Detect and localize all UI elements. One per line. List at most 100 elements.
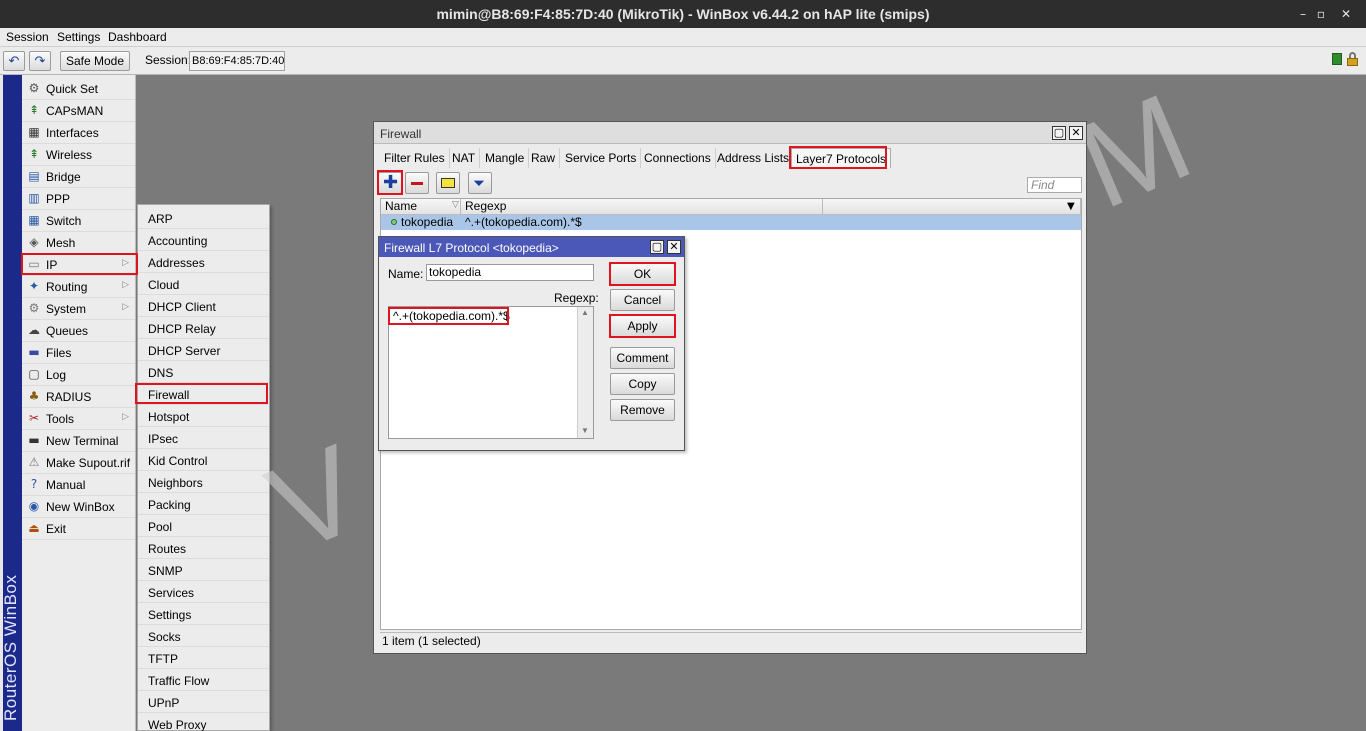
menu-settings[interactable]: Settings (57, 30, 100, 44)
remove-button[interactable] (405, 172, 429, 194)
dialog-close-button[interactable]: ✕ (667, 240, 681, 254)
submenu-arrow-icon: ▷ (122, 280, 129, 290)
submenu-item-neighbors[interactable]: Neighbors (138, 471, 269, 493)
column-menu-icon[interactable]: ▼ (1067, 201, 1075, 212)
submenu-item-addresses[interactable]: Addresses (138, 251, 269, 273)
submenu-item-label: IPsec (148, 432, 179, 446)
find-input[interactable]: Find (1027, 177, 1082, 193)
submenu-item-socks[interactable]: Socks (138, 625, 269, 647)
close-button[interactable]: ✕ (1337, 5, 1355, 23)
sidebar-item-queues[interactable]: ☁ Queues (22, 320, 135, 342)
table-row[interactable]: tokopedia ^.+(tokopedia.com).*$ (381, 215, 1081, 230)
firewall-maximize-button[interactable]: ▢ (1052, 126, 1066, 140)
exit-icon: ⏏ (28, 521, 40, 535)
submenu-item-tftp[interactable]: TFTP (138, 647, 269, 669)
submenu-item-hotspot[interactable]: Hotspot (138, 405, 269, 427)
ip-highlight (21, 253, 138, 275)
submenu-item-routes[interactable]: Routes (138, 537, 269, 559)
comment-button[interactable] (436, 172, 460, 194)
copy-button[interactable]: Copy (610, 373, 675, 395)
sidebar-item-tools[interactable]: ✂ Tools ▷ (22, 408, 135, 430)
submenu-item-services[interactable]: Services (138, 581, 269, 603)
name-field[interactable]: tokopedia (426, 264, 594, 281)
submenu-item-dns[interactable]: DNS (138, 361, 269, 383)
sidebar-item-bridge[interactable]: ▤ Bridge (22, 166, 135, 188)
submenu-item-cloud[interactable]: Cloud (138, 273, 269, 295)
sidebar-item-new-winbox[interactable]: ◉ New WinBox (22, 496, 135, 518)
submenu-item-kid-control[interactable]: Kid Control (138, 449, 269, 471)
submenu-item-traffic-flow[interactable]: Traffic Flow (138, 669, 269, 691)
sidebar-item-manual[interactable]: ? Manual (22, 474, 135, 496)
filter-button[interactable]: ⏷ (468, 172, 492, 194)
sidebar-item-quick-set[interactable]: ⚙ Quick Set (22, 78, 135, 100)
submenu-item-label: DHCP Server (148, 344, 221, 358)
maximize-button[interactable]: ▫ (1312, 5, 1330, 23)
sidebar-item-switch[interactable]: ▦ Switch (22, 210, 135, 232)
undo-button[interactable]: ↶ (3, 51, 25, 71)
tab-service-ports[interactable]: Service Ports (561, 148, 642, 168)
firewall-close-button[interactable]: ✕ (1069, 126, 1083, 140)
tab-connections[interactable]: Connections (640, 148, 716, 168)
submenu-item-dhcp-client[interactable]: DHCP Client (138, 295, 269, 317)
sidebar-item-label: Wireless (46, 148, 93, 162)
submenu-item-label: Packing (148, 498, 191, 512)
submenu-item-packing[interactable]: Packing (138, 493, 269, 515)
submenu-item-label: Cloud (148, 278, 180, 292)
sidebar-item-new-terminal[interactable]: ▬ New Terminal (22, 430, 135, 452)
cancel-button[interactable]: Cancel (610, 289, 675, 311)
tab-raw[interactable]: Raw (527, 148, 561, 168)
sidebar-item-log[interactable]: ▢ Log (22, 364, 135, 386)
scroll-down-icon[interactable]: ▼ (581, 426, 589, 435)
tab-mangle[interactable]: Mangle (481, 148, 530, 168)
submenu-item-settings[interactable]: Settings (138, 603, 269, 625)
sidebar-item-files[interactable]: ▬ Files (22, 342, 135, 364)
tab-address-lists[interactable]: Address Lists (713, 148, 795, 168)
sidebar-item-system[interactable]: ⚙ System ▷ (22, 298, 135, 320)
submenu-item-upnp[interactable]: UPnP (138, 691, 269, 713)
submenu-item-pool[interactable]: Pool (138, 515, 269, 537)
submenu-item-accounting[interactable]: Accounting (138, 229, 269, 251)
window-title-bar: mimin@B8:69:F4:85:7D:40 (MikroTik) - Win… (0, 0, 1366, 28)
comment-dialog-button[interactable]: Comment (610, 347, 675, 369)
filter-icon: ⏷ (473, 174, 486, 192)
active-tab-highlight (789, 146, 887, 169)
submenu-item-snmp[interactable]: SNMP (138, 559, 269, 581)
close-icon: ✕ (669, 240, 679, 253)
submenu-item-ipsec[interactable]: IPsec (138, 427, 269, 449)
close-icon: ✕ (1071, 126, 1081, 139)
tab-filter-rules[interactable]: Filter Rules (380, 148, 450, 168)
submenu-item-label: Accounting (148, 234, 208, 248)
submenu-item-label: Web Proxy (148, 718, 207, 731)
dialog-maximize-button[interactable]: ▢ (650, 240, 664, 254)
sidebar-item-interfaces[interactable]: ▦ Interfaces (22, 122, 135, 144)
sidebar-item-exit[interactable]: ⏏ Exit (22, 518, 135, 540)
sort-icon: ▽ (452, 200, 459, 210)
submenu-item-arp[interactable]: ARP (138, 207, 269, 229)
sidebar-item-wireless[interactable]: ⇞ Wireless (22, 144, 135, 166)
submenu-item-web-proxy[interactable]: Web Proxy (138, 713, 269, 731)
regexp-scrollbar[interactable]: ▲ ▼ (577, 307, 593, 438)
menu-dashboard[interactable]: Dashboard (108, 30, 167, 44)
remove-dialog-button[interactable]: Remove (610, 399, 675, 421)
regexp-field[interactable]: ^.+(tokopedia.com).*$ ▲ ▼ (388, 306, 594, 439)
sidebar-item-label: RADIUS (46, 390, 92, 404)
row-regexp: ^.+(tokopedia.com).*$ (465, 215, 582, 229)
minimize-button[interactable]: – (1294, 5, 1312, 23)
submenu-item-dhcp-relay[interactable]: DHCP Relay (138, 317, 269, 339)
sidebar-item-mesh[interactable]: ◈ Mesh (22, 232, 135, 254)
sidebar-item-ppp[interactable]: ▥ PPP (22, 188, 135, 210)
submenu-item-dhcp-server[interactable]: DHCP Server (138, 339, 269, 361)
redo-button[interactable]: ↷ (29, 51, 51, 71)
column-regexp[interactable]: Regexp (461, 199, 823, 215)
tab-nat[interactable]: NAT (448, 148, 481, 168)
sidebar-item-radius[interactable]: ♣ RADIUS (22, 386, 135, 408)
sidebar-item-make-supout-rif[interactable]: ⚠ Make Supout.rif (22, 452, 135, 474)
column-name[interactable]: Name (381, 199, 461, 215)
safe-mode-button[interactable]: Safe Mode (60, 51, 130, 71)
sidebar-item-routing[interactable]: ✦ Routing ▷ (22, 276, 135, 298)
sidebar-item-capsman[interactable]: ⇞ CAPsMAN (22, 100, 135, 122)
interfaces-icon: ▦ (28, 125, 40, 139)
menu-session[interactable]: Session (6, 30, 49, 44)
scroll-up-icon[interactable]: ▲ (581, 308, 589, 317)
session-label: Session: (145, 53, 192, 67)
